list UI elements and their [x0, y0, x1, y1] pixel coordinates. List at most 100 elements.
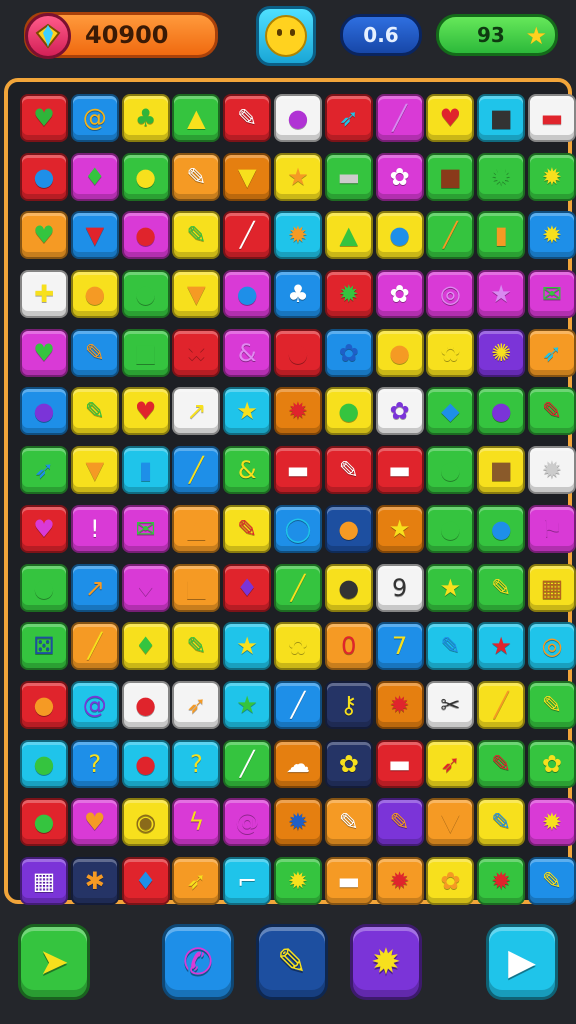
- tile[interactable]: ✿: [527, 739, 576, 788]
- tile[interactable]: ♥: [20, 94, 68, 142]
- tile[interactable]: ●: [273, 94, 322, 142]
- tile[interactable]: ▦: [527, 563, 576, 612]
- tile[interactable]: ✿: [375, 270, 424, 319]
- tile[interactable]: ?: [70, 739, 119, 788]
- tile[interactable]: 7: [375, 622, 424, 671]
- tile[interactable]: ●: [20, 387, 68, 436]
- tile[interactable]: ●: [121, 211, 170, 260]
- tile[interactable]: ✎: [426, 622, 475, 671]
- tile[interactable]: ╱: [172, 446, 221, 495]
- tile[interactable]: ◎: [426, 270, 475, 319]
- tile[interactable]: ●: [70, 270, 119, 319]
- tile[interactable]: ✹: [477, 152, 526, 201]
- play-button[interactable]: ▶: [486, 924, 558, 1000]
- tile[interactable]: ▼: [70, 446, 119, 495]
- tile[interactable]: ●: [477, 504, 526, 553]
- tile[interactable]: ★: [223, 680, 272, 729]
- tile[interactable]: ♥: [20, 504, 68, 553]
- tile[interactable]: ●: [375, 328, 424, 377]
- tile[interactable]: ↗: [172, 387, 221, 436]
- star-button[interactable]: ✹: [350, 924, 422, 1000]
- pencil-button[interactable]: ✎: [256, 924, 328, 1000]
- tile[interactable]: ╱: [477, 680, 526, 729]
- tile[interactable]: ●: [121, 680, 170, 729]
- tile[interactable]: ✎: [527, 856, 576, 905]
- tile[interactable]: ╱: [375, 94, 424, 142]
- tile[interactable]: ✎: [477, 739, 526, 788]
- tile[interactable]: ●: [20, 152, 68, 201]
- send-button[interactable]: ➤: [18, 924, 90, 1000]
- tile[interactable]: ✎: [70, 328, 119, 377]
- tile[interactable]: ▲: [172, 504, 221, 553]
- tile[interactable]: ▲: [324, 211, 373, 260]
- tile[interactable]: ●: [20, 739, 68, 788]
- tile[interactable]: ●: [426, 504, 475, 553]
- tile[interactable]: ●: [324, 504, 373, 553]
- tile[interactable]: ▬: [375, 739, 424, 788]
- tile[interactable]: ▼: [426, 798, 475, 847]
- tile[interactable]: ★: [477, 270, 526, 319]
- tile[interactable]: &: [223, 328, 272, 377]
- tile[interactable]: ✎: [223, 94, 272, 142]
- tile[interactable]: ♦: [223, 563, 272, 612]
- tile[interactable]: ✹: [273, 387, 322, 436]
- tile[interactable]: ✉: [121, 504, 170, 553]
- tile[interactable]: ★: [426, 563, 475, 612]
- tile[interactable]: ▼: [70, 211, 119, 260]
- tile[interactable]: ✎: [223, 504, 272, 553]
- tile[interactable]: ✿: [375, 152, 424, 201]
- tile[interactable]: ●: [324, 563, 373, 612]
- tile[interactable]: ➶: [172, 680, 221, 729]
- tile[interactable]: ♦: [121, 622, 170, 671]
- tile[interactable]: ✎: [70, 387, 119, 436]
- tile[interactable]: ✿: [375, 387, 424, 436]
- tile[interactable]: ✿: [324, 739, 373, 788]
- tile[interactable]: @: [223, 798, 272, 847]
- tile[interactable]: ▬: [273, 446, 322, 495]
- tile[interactable]: ●: [375, 211, 424, 260]
- tile[interactable]: ■: [172, 563, 221, 612]
- tile[interactable]: ✎: [172, 152, 221, 201]
- tile[interactable]: ♦: [70, 152, 119, 201]
- tile[interactable]: ●: [324, 387, 373, 436]
- tile[interactable]: ✹: [375, 856, 424, 905]
- tile[interactable]: &: [223, 446, 272, 495]
- tile[interactable]: ◆: [426, 387, 475, 436]
- tile[interactable]: ✹: [527, 152, 576, 201]
- tile[interactable]: ▬: [527, 94, 576, 142]
- tile[interactable]: ✹: [527, 798, 576, 847]
- tile[interactable]: ✹: [527, 446, 576, 495]
- tile[interactable]: ✖: [172, 328, 221, 377]
- tile[interactable]: ▦: [20, 856, 68, 905]
- tile[interactable]: ♦: [121, 856, 170, 905]
- tile[interactable]: 0: [324, 622, 373, 671]
- tile[interactable]: ✎: [172, 622, 221, 671]
- tile[interactable]: ✺: [477, 328, 526, 377]
- tile[interactable]: ★: [223, 622, 272, 671]
- tile[interactable]: ◉: [121, 798, 170, 847]
- tile[interactable]: !: [70, 504, 119, 553]
- tile[interactable]: @: [70, 94, 119, 142]
- tile[interactable]: ✹: [527, 211, 576, 260]
- tile[interactable]: ✎: [477, 563, 526, 612]
- tile[interactable]: ✿: [273, 622, 322, 671]
- tile[interactable]: ⚷: [324, 680, 373, 729]
- tile[interactable]: ⚄: [20, 622, 68, 671]
- tile[interactable]: ●: [20, 563, 68, 612]
- tile[interactable]: ♥: [70, 798, 119, 847]
- tile[interactable]: ✿: [324, 328, 373, 377]
- tile[interactable]: ➶: [172, 856, 221, 905]
- tile[interactable]: ▼: [223, 152, 272, 201]
- tile[interactable]: ➶: [426, 739, 475, 788]
- tile[interactable]: ◯: [273, 504, 322, 553]
- tile[interactable]: ●: [223, 270, 272, 319]
- tile[interactable]: ✹: [375, 680, 424, 729]
- tile[interactable]: ϟ: [172, 798, 221, 847]
- tile[interactable]: ➶: [324, 94, 373, 142]
- tile[interactable]: ●: [121, 739, 170, 788]
- tile[interactable]: ✎: [324, 446, 373, 495]
- tile[interactable]: ★: [375, 504, 424, 553]
- tile[interactable]: ╱: [273, 563, 322, 612]
- tile[interactable]: ▬: [375, 446, 424, 495]
- tile[interactable]: ★: [223, 387, 272, 436]
